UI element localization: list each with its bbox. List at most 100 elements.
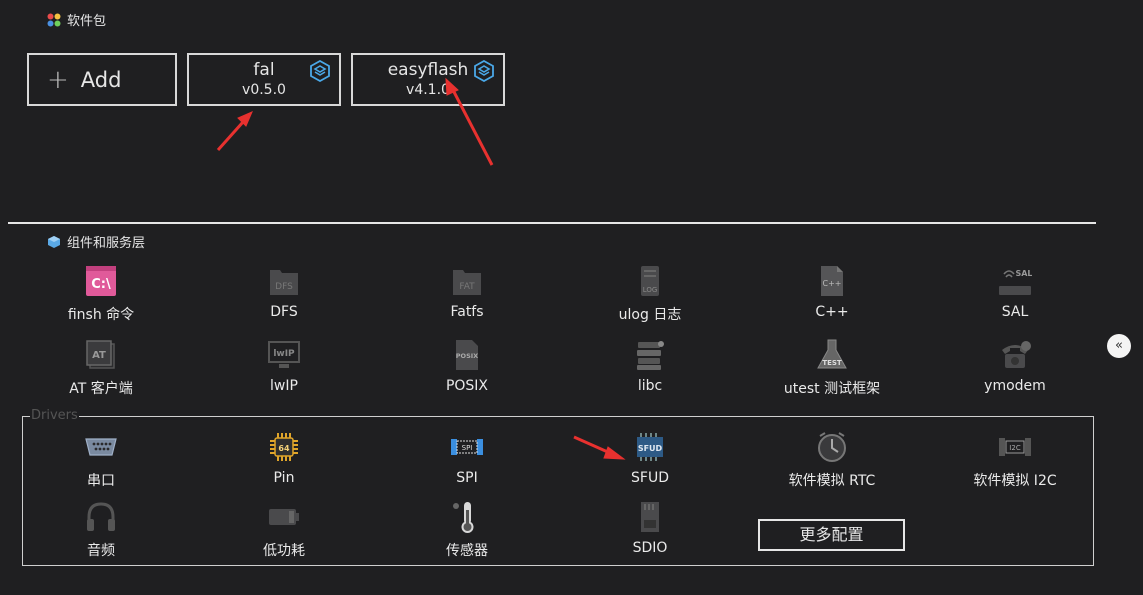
driver-serial[interactable]: 串口	[31, 430, 171, 490]
drivers-title: Drivers	[30, 408, 79, 423]
svg-text:lwIP: lwIP	[273, 349, 295, 359]
chip-icon: 64	[270, 433, 298, 461]
driver-soft-rtc[interactable]: 软件模拟 RTC	[762, 430, 902, 490]
driver-label: 串口	[87, 473, 115, 489]
component-dfs[interactable]: DFS DFS	[214, 264, 354, 320]
battery-icon	[269, 509, 299, 525]
svg-text:SPI: SPI	[462, 444, 473, 452]
driver-label: 软件模拟 RTC	[788, 473, 876, 489]
posix-file-icon: POSIX	[456, 340, 478, 370]
log-file-icon: LOG	[641, 266, 659, 296]
svg-text:DFS: DFS	[275, 282, 293, 292]
driver-label: SDIO	[632, 540, 668, 556]
components-title: 组件和服务层	[67, 236, 146, 251]
component-label: Fatfs	[450, 304, 484, 320]
serial-port-icon	[85, 438, 117, 456]
components-section-title: 组件和服务层	[47, 232, 145, 251]
svg-text:TEST: TEST	[822, 359, 842, 367]
books-icon	[637, 341, 664, 370]
svg-text:AT: AT	[92, 350, 106, 361]
telephone-icon	[1002, 341, 1031, 368]
driver-audio[interactable]: 音频	[31, 500, 171, 560]
svg-text:C++: C++	[823, 279, 842, 288]
router-icon: SAL	[999, 269, 1032, 295]
component-label: ymodem	[984, 378, 1046, 394]
svg-text:POSIX: POSIX	[456, 352, 478, 360]
component-label: DFS	[270, 304, 298, 320]
svg-text:C:\: C:\	[91, 277, 111, 292]
packages-title: 软件包	[67, 14, 107, 29]
driver-label: 音频	[87, 543, 115, 559]
add-package-button[interactable]: + Add	[27, 53, 177, 106]
more-config-button[interactable]: 更多配置	[758, 519, 905, 551]
driver-label: Pin	[273, 470, 295, 486]
svg-text:LOG: LOG	[643, 286, 658, 294]
component-ymodem[interactable]: ymodem	[945, 338, 1085, 394]
component-label: finsh 命令	[67, 307, 135, 323]
collapse-panel-icon[interactable]: «	[1107, 334, 1131, 358]
driver-spi[interactable]: SPI SPI	[397, 430, 537, 486]
fat-folder-icon: FAT	[453, 270, 481, 295]
colorful-grid-icon	[47, 13, 61, 26]
headphones-icon	[87, 502, 115, 531]
lwip-monitor-icon: lwIP	[268, 341, 300, 368]
cube-icon	[48, 235, 60, 248]
section-divider	[8, 222, 1096, 224]
package-card-fal[interactable]: fal v0.5.0	[187, 53, 341, 106]
sd-card-icon	[641, 502, 659, 532]
svg-text:64: 64	[278, 444, 290, 453]
component-finsh[interactable]: C:\ finsh 命令	[31, 264, 171, 324]
component-label: POSIX	[445, 378, 489, 394]
package-card-easyflash[interactable]: easyflash v4.1.0	[351, 53, 505, 106]
package-version: v4.1.0	[406, 82, 450, 98]
dfs-folder-icon: DFS	[270, 270, 298, 295]
component-utest[interactable]: TEST utest 测试框架	[762, 338, 902, 398]
driver-sfud[interactable]: SFUD SFUD	[580, 430, 720, 486]
component-label: lwIP	[270, 378, 298, 394]
driver-low-power[interactable]: 低功耗	[214, 500, 354, 560]
driver-sdio[interactable]: SDIO	[580, 500, 720, 556]
component-at-client[interactable]: AT AT 客户端	[31, 338, 171, 398]
driver-sensor[interactable]: 传感器	[397, 500, 537, 560]
drivers-group	[22, 416, 1094, 566]
package-cube-icon	[474, 60, 494, 82]
packages-section-title: 软件包	[47, 10, 106, 29]
driver-soft-i2c[interactable]: I2C 软件模拟 I2C	[945, 430, 1085, 490]
component-libc[interactable]: libc	[580, 338, 720, 394]
svg-text:SAL: SAL	[1015, 269, 1032, 278]
package-version: v0.5.0	[242, 82, 286, 98]
component-label: utest 测试框架	[783, 381, 881, 397]
at-client-icon: AT	[86, 340, 115, 369]
component-posix[interactable]: POSIX POSIX	[397, 338, 537, 394]
sfud-chip-icon: SFUD	[637, 433, 663, 461]
component-label: libc	[637, 378, 663, 394]
driver-label: 传感器	[446, 543, 488, 559]
plus-icon: +	[47, 64, 69, 95]
annotation-arrow-icon	[216, 111, 253, 151]
i2c-icon: I2C	[999, 438, 1031, 456]
thermometer-icon	[453, 502, 474, 533]
spi-icon: SPI	[451, 439, 483, 455]
svg-text:SFUD: SFUD	[638, 444, 663, 453]
component-ulog[interactable]: LOG ulog 日志	[580, 264, 720, 324]
component-label: C++	[815, 304, 849, 320]
component-label: SAL	[1001, 304, 1029, 320]
component-sal[interactable]: SAL SAL	[945, 264, 1085, 320]
component-lwip[interactable]: lwIP lwIP	[214, 338, 354, 394]
driver-label: 软件模拟 I2C	[973, 473, 1057, 489]
driver-pin[interactable]: 64 Pin	[214, 430, 354, 486]
test-flask-icon: TEST	[817, 339, 847, 369]
component-fatfs[interactable]: FAT Fatfs	[397, 264, 537, 320]
component-cpp[interactable]: C++ C++	[762, 264, 902, 320]
clock-icon	[818, 432, 846, 462]
svg-text:FAT: FAT	[459, 282, 475, 292]
component-label: ulog 日志	[618, 307, 682, 323]
package-cube-icon	[310, 60, 330, 82]
driver-label: SPI	[456, 470, 478, 486]
cpp-file-icon: C++	[821, 266, 843, 296]
component-label: AT 客户端	[69, 381, 133, 397]
driver-label: 低功耗	[263, 543, 305, 559]
terminal-icon: C:\	[86, 266, 116, 296]
driver-label: SFUD	[631, 470, 669, 486]
add-label: Add	[80, 67, 122, 92]
